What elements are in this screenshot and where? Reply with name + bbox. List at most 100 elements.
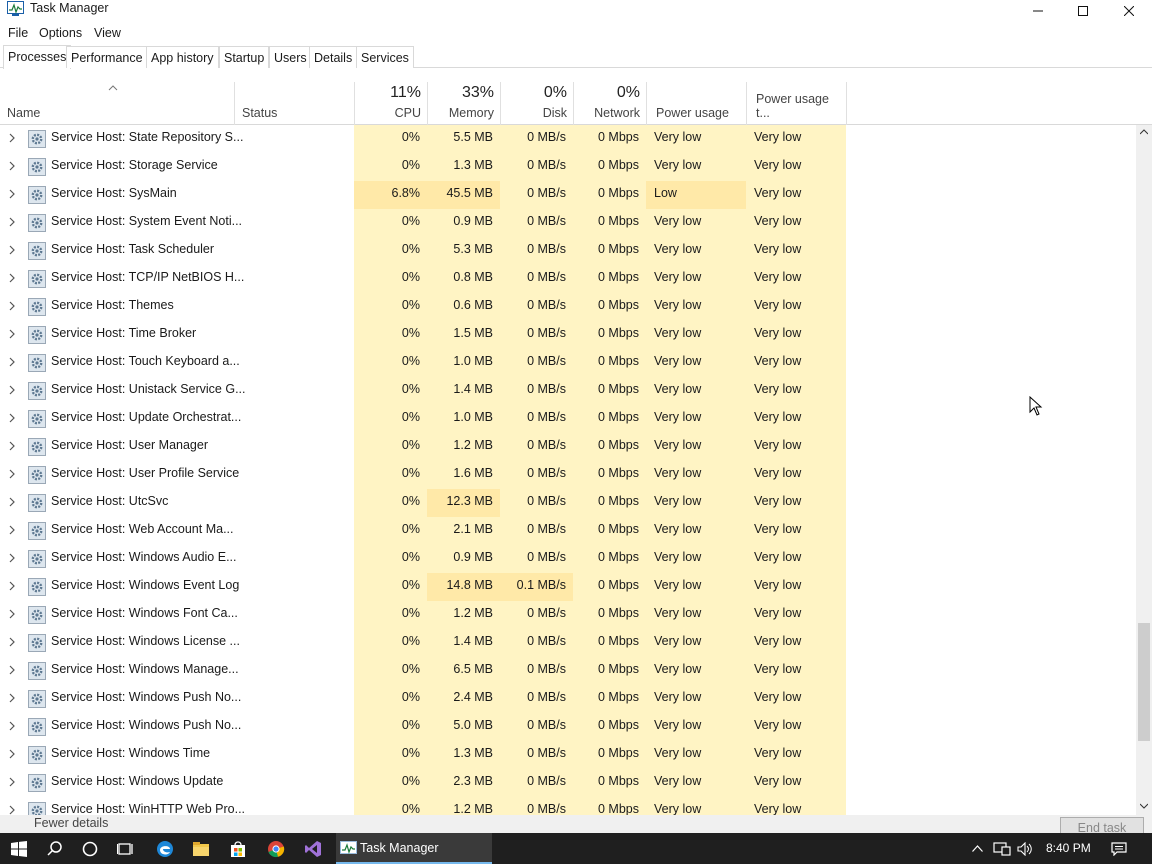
process-name: Service Host: Web Account Ma... <box>51 522 234 536</box>
chevron-right-icon[interactable] <box>9 469 15 479</box>
column-status[interactable]: Status <box>234 82 354 125</box>
column-power-usage[interactable]: Power usage <box>646 82 746 125</box>
table-row[interactable]: Service Host: Windows Manage... 0% 6.5 MB 0… <box>0 657 1136 685</box>
chevron-right-icon[interactable] <box>9 357 15 367</box>
chevron-right-icon[interactable] <box>9 385 15 395</box>
table-row[interactable]: Service Host: Windows Font Ca... 0% 1.2 MB… <box>0 601 1136 629</box>
chevron-right-icon[interactable] <box>9 413 15 423</box>
table-row[interactable]: Service Host: Windows Update 0% 2.3 MB 0 MB… <box>0 769 1136 797</box>
taskbar-clock[interactable]: 8:40 PM <box>1046 841 1091 855</box>
tab-performance[interactable]: Performance <box>66 46 148 68</box>
menu-options[interactable]: Options <box>39 26 82 40</box>
table-row[interactable]: Service Host: Windows License ... 0% 1.4 M… <box>0 629 1136 657</box>
table-row[interactable]: Service Host: Windows Audio E... 0% 0.9 MB… <box>0 545 1136 573</box>
table-row[interactable]: Service Host: User Profile Service 0% 1.6 … <box>0 461 1136 489</box>
chevron-right-icon[interactable] <box>9 665 15 675</box>
taskbar-visual-studio[interactable] <box>298 836 328 862</box>
chevron-right-icon[interactable] <box>9 217 15 227</box>
taskbar-file-explorer[interactable] <box>186 836 216 862</box>
chevron-right-icon[interactable] <box>9 805 15 815</box>
table-row[interactable]: Service Host: WinHTTP Web Pro... 0% 1.2 MB… <box>0 797 1136 815</box>
table-row[interactable]: Service Host: Windows Time 0% 1.3 MB 0 MB/s… <box>0 741 1136 769</box>
show-hidden-icons-icon[interactable] <box>972 845 983 852</box>
table-row[interactable]: Service Host: Windows Push No... 0% 5.0 MB… <box>0 713 1136 741</box>
table-row[interactable]: Service Host: Time Broker 0% 1.5 MB 0 MB/s 0… <box>0 321 1136 349</box>
cortana-button[interactable] <box>75 836 105 862</box>
table-row[interactable]: Service Host: User Manager 0% 1.2 MB 0 MB/s… <box>0 433 1136 461</box>
menu-file[interactable]: File <box>8 26 28 40</box>
chevron-right-icon[interactable] <box>9 721 15 731</box>
table-row[interactable]: Service Host: Themes 0% 0.6 MB 0 MB/s 0 Mbps… <box>0 293 1136 321</box>
chevron-right-icon[interactable] <box>9 581 15 591</box>
process-name: Service Host: Windows Event Log <box>51 578 240 592</box>
scroll-thumb[interactable] <box>1138 623 1150 741</box>
chevron-right-icon[interactable] <box>9 245 15 255</box>
table-row[interactable]: Service Host: Storage Service 0% 1.3 MB 0 M… <box>0 153 1136 181</box>
tab-processes[interactable]: Processes <box>3 45 72 69</box>
network-icon[interactable] <box>993 842 1011 856</box>
process-name: Service Host: Windows Update <box>51 774 224 788</box>
chevron-right-icon[interactable] <box>9 273 15 283</box>
chevron-right-icon[interactable] <box>9 637 15 647</box>
chevron-right-icon[interactable] <box>9 161 15 171</box>
table-row[interactable]: Service Host: Windows Event Log 0% 14.8 MB… <box>0 573 1136 601</box>
table-row[interactable]: Service Host: Unistack Service G... 0% 1.4… <box>0 377 1136 405</box>
chevron-right-icon[interactable] <box>9 133 15 143</box>
column-disk[interactable]: 0% Disk <box>500 82 573 125</box>
tab-details[interactable]: Details <box>309 46 358 68</box>
menu-view[interactable]: View <box>94 26 121 40</box>
scroll-up-icon[interactable] <box>1140 129 1148 135</box>
table-row[interactable]: Service Host: Touch Keyboard a... 0% 1.0 M… <box>0 349 1136 377</box>
taskbar-store[interactable] <box>223 836 253 862</box>
minimize-button[interactable] <box>1015 0 1061 22</box>
taskbar-edge[interactable] <box>150 836 180 862</box>
tab-app-history[interactable]: App history <box>146 46 219 68</box>
search-button[interactable] <box>40 836 70 862</box>
chevron-right-icon[interactable] <box>9 609 15 619</box>
chevron-right-icon[interactable] <box>9 497 15 507</box>
end-task-button[interactable]: End task <box>1060 817 1144 833</box>
table-row[interactable]: Service Host: UtcSvc 0% 12.3 MB 0 MB/s 0 Mbp… <box>0 489 1136 517</box>
volume-icon[interactable] <box>1017 842 1033 856</box>
table-row[interactable]: Service Host: Web Account Ma... 0% 2.1 MB 0… <box>0 517 1136 545</box>
process-name: Service Host: Unistack Service G... <box>51 382 246 396</box>
column-network[interactable]: 0% Network <box>573 82 646 125</box>
window-title: Task Manager <box>30 1 109 15</box>
column-disk-label: Disk <box>542 106 567 120</box>
fewer-details-link[interactable]: Fewer details <box>34 816 108 830</box>
chevron-right-icon[interactable] <box>9 525 15 535</box>
column-name[interactable]: Name <box>0 82 234 125</box>
table-row[interactable]: Service Host: System Event Noti... 0% 0.9 … <box>0 209 1136 237</box>
network-cell: 0 Mbps <box>598 578 639 592</box>
scroll-down-icon[interactable] <box>1140 803 1148 809</box>
table-row[interactable]: Service Host: State Repository S... 0% 5.5… <box>0 125 1136 153</box>
table-row[interactable]: Service Host: SysMain 6.8% 45.5 MB 0 MB/s 0 … <box>0 181 1136 209</box>
column-cpu[interactable]: 11% CPU <box>354 82 427 125</box>
chevron-right-icon[interactable] <box>9 777 15 787</box>
chevron-right-icon[interactable] <box>9 301 15 311</box>
table-row[interactable]: Service Host: Task Scheduler 0% 5.3 MB 0 MB… <box>0 237 1136 265</box>
vertical-scrollbar[interactable] <box>1136 125 1152 815</box>
chevron-right-icon[interactable] <box>9 189 15 199</box>
taskbar-task-manager[interactable]: Task Manager <box>336 833 492 864</box>
close-button[interactable] <box>1106 0 1152 22</box>
taskbar-chrome[interactable] <box>261 836 291 862</box>
tab-services[interactable]: Services <box>356 46 414 68</box>
table-row[interactable]: Service Host: Update Orchestrat... 0% 1.0 … <box>0 405 1136 433</box>
chevron-right-icon[interactable] <box>9 553 15 563</box>
cpu-cell: 0% <box>401 326 420 340</box>
tab-startup[interactable]: Startup <box>219 46 270 68</box>
tab-users[interactable]: Users <box>269 46 312 68</box>
chevron-right-icon[interactable] <box>9 749 15 759</box>
start-button[interactable] <box>4 836 34 862</box>
chevron-right-icon[interactable] <box>9 441 15 451</box>
table-row[interactable]: Service Host: Windows Push No... 0% 2.4 MB… <box>0 685 1136 713</box>
table-row[interactable]: Service Host: TCP/IP NetBIOS H... 0% 0.8 M… <box>0 265 1136 293</box>
notification-icon[interactable] <box>1111 842 1127 856</box>
column-memory[interactable]: 33% Memory <box>427 82 500 125</box>
task-view-button[interactable] <box>111 836 141 862</box>
column-power-usage-trend[interactable]: Power usage t... <box>746 82 846 125</box>
chevron-right-icon[interactable] <box>9 693 15 703</box>
maximize-button[interactable] <box>1060 0 1106 22</box>
chevron-right-icon[interactable] <box>9 329 15 339</box>
